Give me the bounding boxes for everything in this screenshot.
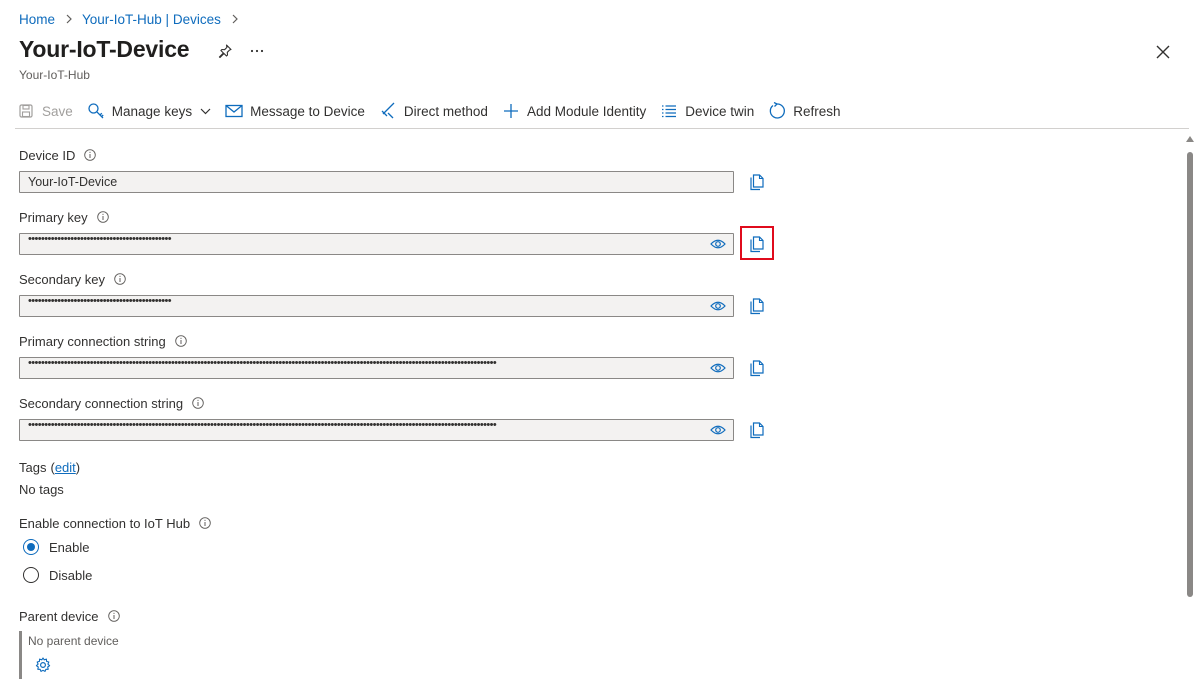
radio-enable-label: Enable	[49, 540, 89, 555]
secondary-key-label-text: Secondary key	[19, 272, 105, 287]
save-label: Save	[42, 104, 73, 119]
tags-label: Tags ( edit )	[19, 458, 80, 476]
chevron-right-icon	[62, 12, 76, 26]
copy-secondary-connection-string-button[interactable]	[748, 421, 766, 439]
primary-connection-string-value: ••••••••••••••••••••••••••••••••••••••••…	[28, 357, 680, 369]
refresh-icon	[768, 102, 786, 120]
primary-key-field[interactable]: ••••••••••••••••••••••••••••••••••••••••…	[19, 233, 734, 255]
primary-connection-string-label-text: Primary connection string	[19, 334, 166, 349]
chevron-down-icon	[200, 108, 211, 115]
primary-key-value: ••••••••••••••••••••••••••••••••••••••••…	[28, 233, 328, 245]
secondary-key-field[interactable]: ••••••••••••••••••••••••••••••••••••••••…	[19, 295, 734, 317]
vertical-scrollbar[interactable]	[1184, 134, 1196, 690]
mail-icon	[225, 102, 243, 120]
scroll-thumb[interactable]	[1187, 152, 1193, 597]
device-twin-label: Device twin	[685, 104, 754, 119]
save-icon	[17, 102, 35, 120]
copy-device-id-button[interactable]	[748, 173, 766, 191]
pin-icon[interactable]	[216, 42, 234, 60]
breadcrumb: Home Your-IoT-Hub | Devices	[19, 10, 248, 28]
toolbar-divider	[15, 128, 1189, 129]
eye-icon[interactable]	[710, 299, 726, 313]
command-bar: Save Manage keys Message to Device Direc…	[17, 99, 855, 123]
page-subtitle: Your-IoT-Hub	[19, 68, 90, 82]
refresh-label: Refresh	[793, 104, 840, 119]
eye-icon[interactable]	[710, 361, 726, 375]
secondary-connection-string-label-text: Secondary connection string	[19, 396, 183, 411]
primary-connection-string-field[interactable]: ••••••••••••••••••••••••••••••••••••••••…	[19, 357, 734, 379]
eye-icon[interactable]	[710, 237, 726, 251]
edit-tags-link[interactable]: edit	[55, 460, 76, 475]
tags-paren-close: )	[76, 460, 80, 475]
scroll-up-arrow[interactable]	[1186, 136, 1194, 142]
key-icon	[87, 102, 105, 120]
primary-key-label: Primary key	[19, 208, 109, 226]
primary-key-label-text: Primary key	[19, 210, 88, 225]
parent-device-label-text: Parent device	[19, 609, 99, 624]
device-id-label: Device ID	[19, 146, 96, 164]
eye-icon[interactable]	[710, 423, 726, 437]
close-icon[interactable]	[1153, 42, 1173, 62]
connection-label-text: Enable connection to IoT Hub	[19, 516, 190, 531]
radio-disable[interactable]: Disable	[23, 567, 92, 583]
copy-icon	[750, 298, 764, 315]
save-button[interactable]: Save	[17, 99, 73, 123]
secondary-connection-string-label: Secondary connection string	[19, 394, 204, 412]
gear-icon[interactable]	[35, 657, 51, 673]
radio-disable-label: Disable	[49, 568, 92, 583]
device-id-field[interactable]: Your-IoT-Device	[19, 171, 734, 193]
direct-method-label: Direct method	[404, 104, 488, 119]
direct-method-button[interactable]: Direct method	[379, 99, 488, 123]
info-icon[interactable]	[192, 397, 204, 409]
device-id-label-text: Device ID	[19, 148, 75, 163]
tags-value: No tags	[19, 482, 64, 497]
add-module-identity-button[interactable]: Add Module Identity	[502, 99, 646, 123]
manage-keys-label: Manage keys	[112, 104, 192, 119]
chevron-right-icon	[228, 12, 242, 26]
message-to-device-button[interactable]: Message to Device	[225, 99, 365, 123]
manage-keys-button[interactable]: Manage keys	[87, 99, 211, 123]
info-icon[interactable]	[114, 273, 126, 285]
parent-device-label: Parent device	[19, 607, 120, 625]
info-icon[interactable]	[84, 149, 96, 161]
plus-icon	[502, 102, 520, 120]
highlight-box	[740, 226, 774, 260]
refresh-button[interactable]: Refresh	[768, 99, 840, 123]
page-title: Your-IoT-Device	[19, 36, 189, 63]
copy-secondary-key-button[interactable]	[748, 297, 766, 315]
info-icon[interactable]	[108, 610, 120, 622]
radio-disable-circle[interactable]	[23, 567, 39, 583]
more-icon[interactable]	[248, 42, 266, 60]
secondary-key-value: ••••••••••••••••••••••••••••••••••••••••…	[28, 295, 328, 307]
connection-label: Enable connection to IoT Hub	[19, 514, 211, 532]
copy-icon	[750, 174, 764, 191]
copy-icon	[750, 422, 764, 439]
secondary-connection-string-field[interactable]: ••••••••••••••••••••••••••••••••••••••••…	[19, 419, 734, 441]
primary-connection-string-label: Primary connection string	[19, 332, 187, 350]
secondary-connection-string-value: ••••••••••••••••••••••••••••••••••••••••…	[28, 419, 680, 431]
parent-device-value: No parent device	[28, 634, 119, 648]
radio-enable-circle[interactable]	[23, 539, 39, 555]
add-module-identity-label: Add Module Identity	[527, 104, 646, 119]
breadcrumb-devices[interactable]: Your-IoT-Hub | Devices	[82, 12, 221, 27]
radio-enable[interactable]: Enable	[23, 539, 89, 555]
device-twin-button[interactable]: Device twin	[660, 99, 754, 123]
breadcrumb-home[interactable]: Home	[19, 12, 55, 27]
copy-icon	[750, 360, 764, 377]
info-icon[interactable]	[175, 335, 187, 347]
parent-device-border	[19, 631, 22, 679]
info-icon[interactable]	[199, 517, 211, 529]
copy-primary-connection-string-button[interactable]	[748, 359, 766, 377]
list-icon	[660, 102, 678, 120]
device-id-value: Your-IoT-Device	[28, 175, 117, 189]
secondary-key-label: Secondary key	[19, 270, 126, 288]
direct-method-icon	[379, 102, 397, 120]
tags-label-text: Tags	[19, 460, 46, 475]
message-to-device-label: Message to Device	[250, 104, 365, 119]
info-icon[interactable]	[97, 211, 109, 223]
